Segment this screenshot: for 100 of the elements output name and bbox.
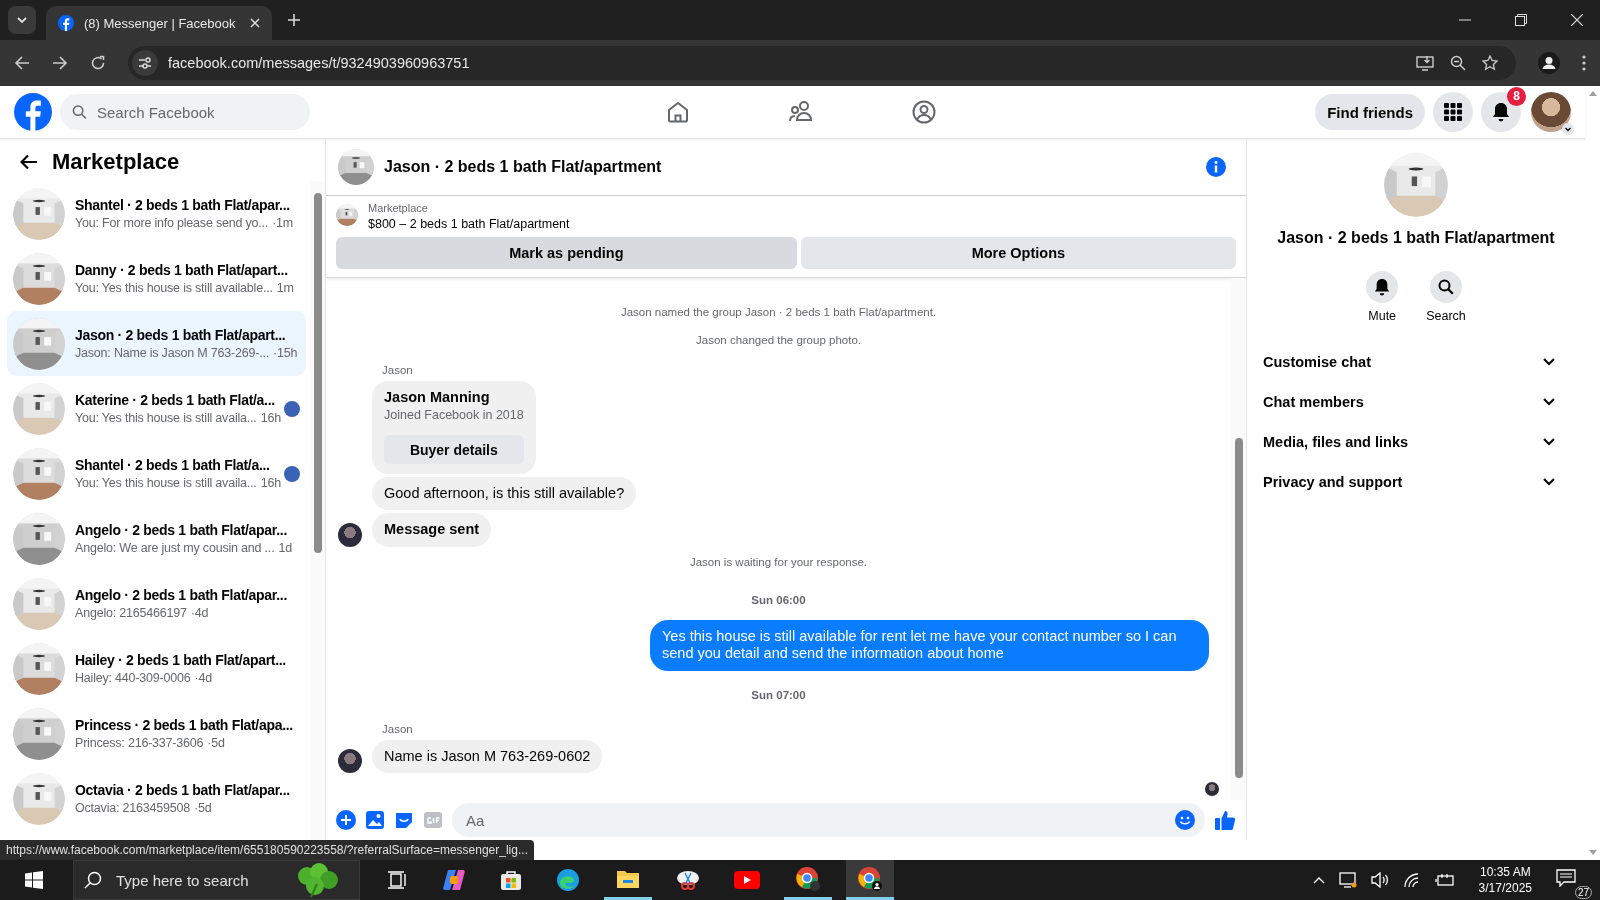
message-preview: Hailey: 440-309-0006 [75,671,191,685]
search-input[interactable]: Search Facebook [95,102,298,122]
info-icon[interactable] [1206,157,1226,177]
close-icon[interactable] [1571,14,1583,26]
conversation-item[interactable]: Shantel · 2 beds 1 bath Flat/a... You: Yes this house is still availa... 16h [7,441,306,506]
chevron-down-icon[interactable] [1562,123,1574,135]
scroll-up-icon[interactable] [1588,90,1597,96]
bell-icon [1492,102,1510,122]
copilot-icon[interactable] [442,868,466,892]
conversation-title: Angelo · 2 beds 1 bath Flat/apar... [75,587,288,603]
find-friends-button[interactable]: Find friends [1315,94,1425,130]
conversation-item[interactable]: Hailey · 2 beds 1 bath Flat/apart... Hailey: 440-309-0006 ·4d [7,636,306,701]
section-header[interactable]: Media, files and links [1263,425,1569,458]
browser-icon[interactable] [795,865,821,892]
battery-icon[interactable] [1434,873,1455,887]
conversation-item[interactable]: Katerine · 2 beds 1 bath Flat/a... You: Yes this house is still availa... 16h [7,376,306,441]
edge-icon[interactable] [556,868,580,892]
search-icon [84,871,102,889]
conversation-title: Shantel · 2 beds 1 bath Flat/a... [75,457,271,473]
taskbar-search-field[interactable]: Type here to search [73,860,360,900]
message-time: ·5d [207,736,225,750]
back-icon[interactable] [20,154,38,170]
snipping-tool-icon[interactable] [676,868,700,892]
store-icon[interactable] [500,869,522,891]
star-icon[interactable] [1482,55,1498,71]
display-icon[interactable] [1338,872,1357,888]
restore-icon[interactable] [1515,14,1527,26]
message-time: ·4d [194,671,212,685]
listing-action-button[interactable]: More Options [800,237,1236,269]
windows-start-icon[interactable] [25,871,43,889]
forward-icon[interactable] [52,55,68,71]
tab-list-button[interactable] [8,6,36,34]
listing-action-button[interactable]: Mark as pending [336,237,797,269]
volume-icon[interactable] [1370,872,1389,888]
conversation-item[interactable]: Danny · 2 beds 1 bath Flat/apart... You: Yes this house is still available... 1m [7,246,306,311]
reload-icon[interactable] [90,55,106,71]
image-icon[interactable] [365,810,385,830]
browser-icon[interactable] [857,865,883,892]
conversation-item[interactable]: Princess · 2 beds 1 bath Flat/apa... Princess: 216-337-3606 ·5d [7,701,306,766]
groups-icon[interactable] [912,100,936,124]
listing-title[interactable]: $800 – 2 beds 1 bath Flat/apartment [368,217,570,231]
chevron-up-icon[interactable] [1312,876,1325,884]
panel-title: Marketplace [52,149,180,175]
message-bubble: Good afternoon, is this still available? [372,477,637,511]
clock-date[interactable]: 3/17/2025 [1478,881,1532,895]
logo-icon[interactable] [14,93,52,131]
menu-icon[interactable] [1582,55,1586,71]
conversation-item[interactable]: Jason · 2 beds 1 bath Flat/apart... Jason: Name is Jason M 763-269-... ·15h [7,311,306,376]
notifications-button[interactable] [1481,92,1521,132]
scrollbar[interactable] [1231,278,1246,800]
avatar[interactable] [1531,92,1571,132]
friends-icon[interactable] [788,100,814,124]
listing-label: Marketplace [368,202,429,214]
site-settings-icon[interactable] [138,56,152,70]
chat-action-button[interactable]: Search [1426,271,1466,323]
conversation-title: Jason · 2 beds 1 bath Flat/apart... [75,327,287,343]
message-preview: You: Yes this house is still available... [75,281,273,295]
notification-center-icon[interactable] [1556,869,1576,887]
address-bar[interactable]: facebook.com/messages/t/9324903960963751 [128,46,1516,80]
grid-icon [1444,103,1462,121]
clock-time[interactable]: 10:35 AM [1479,865,1531,879]
buyer-details-button[interactable]: Buyer details [384,435,524,464]
section-header[interactable]: Customise chat [1263,345,1569,378]
section-header[interactable]: Privacy and support [1263,465,1569,498]
thumbs-up-icon[interactable] [1214,809,1236,831]
wifi-icon[interactable] [1402,872,1421,888]
chat-title: Jason · 2 beds 1 bath Flat/apartment [384,158,662,176]
folder-icon[interactable] [616,868,640,889]
message-bubble: Message sent [372,513,492,547]
message-time: ·4d [190,606,209,620]
search-field[interactable]: Search Facebook [60,94,310,130]
home-icon[interactable] [666,100,690,124]
browser-tab[interactable]: (8) Messenger | Facebook [46,6,272,40]
message-input[interactable]: Aa [452,803,1205,837]
conversation-item[interactable]: Octavia · 2 beds 1 bath Flat/apar... Octavia: 2163459508 ·5d [7,766,306,831]
scroll-down-icon[interactable] [1588,850,1597,856]
logo-icon [58,15,74,31]
conversation-item[interactable]: Angelo · 2 beds 1 bath Flat/apar... Angelo: We are just my cousin and ... 1d [7,506,306,571]
new-tab-icon[interactable] [288,14,300,26]
message-timestamp: Sun 06:00 [750,593,807,606]
taskbar-search-input[interactable]: Type here to search [114,870,275,890]
video-icon[interactable] [734,871,760,889]
conversation-item[interactable]: Shantel · 2 beds 1 bath Flat/apar... You: For more info please send yo... ·1m [7,181,306,246]
conversation-item[interactable]: Angelo · 2 beds 1 bath Flat/apar... Angelo: 2165466197 ·4d [7,571,306,636]
zoom-out-icon[interactable] [1450,55,1466,71]
profile-icon[interactable] [1538,52,1560,74]
scrollbar[interactable] [310,181,325,840]
menu-button[interactable] [1433,92,1473,132]
conversation-title: Octavia · 2 beds 1 bath Flat/apar... [75,782,291,798]
message-time: 16h [260,411,281,425]
close-icon[interactable] [250,18,260,28]
search-icon [1438,279,1454,295]
task-view-icon[interactable] [388,871,408,889]
message-bubble: Name is Jason M 763-269-0602 [372,739,603,773]
section-header[interactable]: Chat members [1263,385,1569,418]
plus-icon[interactable] [336,810,356,830]
message-text-input[interactable]: Aa [464,807,1175,833]
install-icon[interactable] [1416,55,1434,71]
sticker-icon[interactable] [394,810,414,830]
emoji-icon[interactable] [1175,810,1195,830]
